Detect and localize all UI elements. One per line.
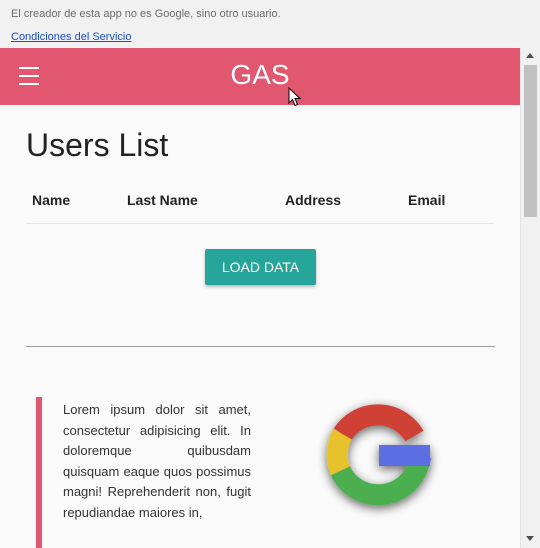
scroll-up-arrow-icon[interactable] [526,53,534,58]
column-header-email: Email [408,192,446,208]
third-party-notice: El creador de esta app no es Google, sin… [11,8,281,20]
column-header-last-name: Last Name [127,192,198,208]
scroll-down-arrow-icon[interactable] [526,536,534,541]
mouse-cursor-icon [288,87,301,107]
page-title: Users List [26,127,169,163]
load-data-button[interactable]: LOAD DATA [205,249,316,285]
scrollbar[interactable] [520,48,540,548]
app-frame: GAS Users List Name Last Name Address Em… [0,48,540,548]
navbar-brand[interactable]: GAS [0,59,520,91]
section-divider [26,346,495,347]
scrollbar-thumb[interactable] [524,65,537,217]
terms-of-service-link[interactable]: Condiciones del Servicio [11,31,131,43]
navbar: GAS [0,48,520,107]
lorem-quote: Lorem ipsum dolor sit amet, consectetur … [63,402,251,520]
quote-accent-bar [36,397,42,548]
google-g-logo-icon [326,404,432,506]
table-divider [26,223,494,224]
column-header-address: Address [285,192,342,208]
column-header-name: Name [32,192,71,208]
